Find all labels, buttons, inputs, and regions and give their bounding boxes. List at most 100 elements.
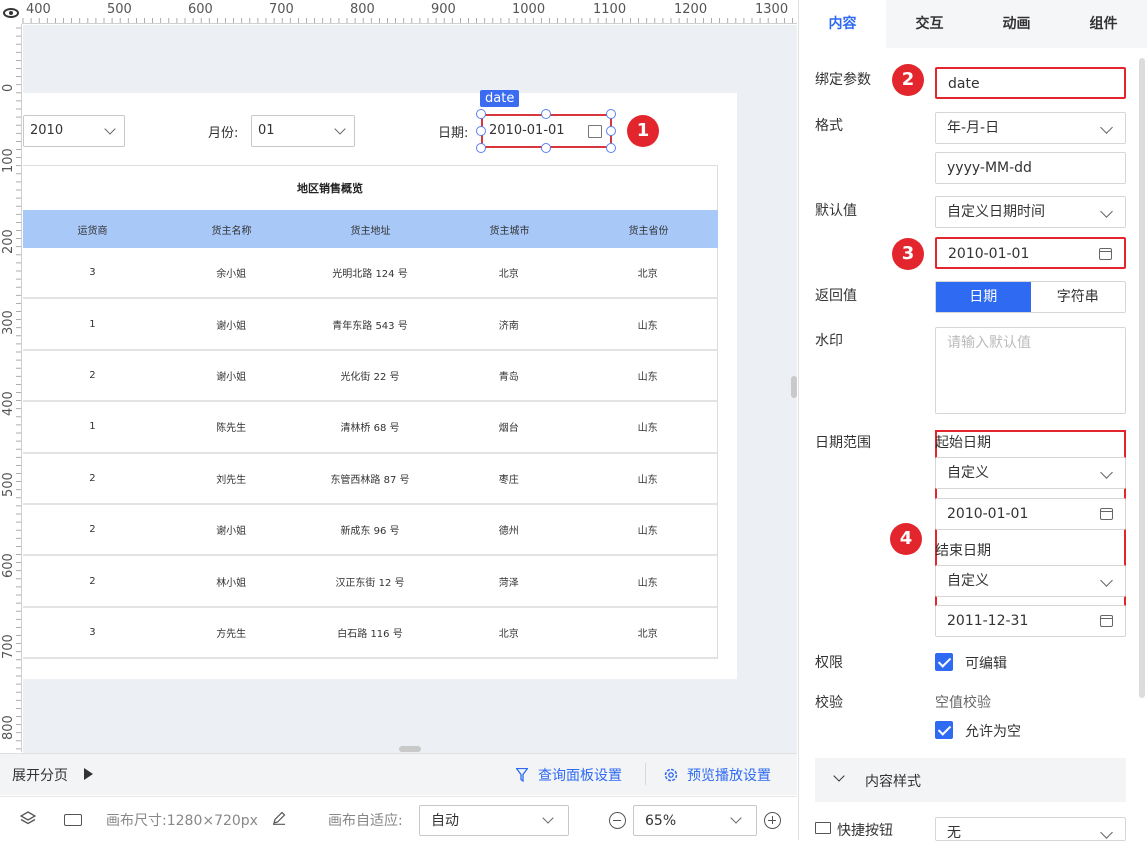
table-cell: 刘先生 — [216, 474, 247, 486]
resize-handle[interactable] — [606, 126, 616, 136]
table-cell: 北京 — [637, 269, 658, 281]
keyboard-icon[interactable] — [64, 814, 82, 826]
divider — [645, 763, 646, 785]
shortcut-select[interactable]: 无 — [935, 817, 1126, 841]
edit-pencil-icon[interactable] — [272, 811, 286, 829]
shortcut-value: 无 — [947, 825, 961, 841]
query-panel-settings-link[interactable]: 查询面板设置 — [538, 765, 622, 785]
gear-icon[interactable] — [663, 767, 679, 787]
editable-checkbox[interactable] — [935, 653, 953, 671]
play-triangle-icon[interactable] — [84, 768, 93, 780]
table-cell: 青年东路 543 号 — [332, 320, 408, 332]
end-type-select[interactable]: 自定义 — [935, 565, 1126, 597]
calendar-icon[interactable] — [588, 125, 602, 138]
resize-handle[interactable] — [476, 143, 486, 153]
table-cell: 德州 — [498, 526, 519, 538]
resize-handle[interactable] — [541, 109, 551, 119]
tab-content[interactable]: 内容 — [799, 0, 886, 48]
table-cell: 东管西林路 87 号 — [330, 474, 410, 486]
allow-null-label: 允许为空 — [965, 724, 1021, 740]
resize-handle[interactable] — [476, 126, 486, 136]
end-date-label: 结束日期 — [935, 543, 991, 559]
resize-handle[interactable] — [476, 109, 486, 119]
date-range-label: 日期范围 — [815, 435, 871, 451]
chevron-down-icon — [1100, 121, 1113, 134]
table-cell: 山东 — [637, 320, 658, 332]
resize-handle[interactable] — [606, 143, 616, 153]
allow-null-checkbox[interactable] — [935, 721, 953, 739]
table-cell: 青岛 — [498, 371, 519, 383]
layers-icon[interactable] — [19, 811, 37, 831]
format-select[interactable]: 年-月-日 — [935, 112, 1126, 144]
format-pattern-value: yyyy-MM-dd — [947, 160, 1032, 176]
calendar-icon[interactable] — [1100, 508, 1113, 520]
sales-table[interactable]: 地区销售概览 运货商 货主名称 货主地址 货主城市 货主省份 3 余小姐 光明北路 … — [23, 165, 718, 660]
zoom-in-icon[interactable] — [764, 812, 781, 829]
chevron-down-icon — [1100, 466, 1113, 479]
tab-interaction[interactable]: 交互 — [886, 0, 973, 48]
month-select[interactable]: 01 — [251, 115, 355, 147]
ruler-tick: 0 — [1, 83, 16, 92]
editable-label: 可编辑 — [965, 656, 1007, 672]
return-opt-date[interactable]: 日期 — [936, 282, 1031, 312]
zoom-out-icon[interactable] — [609, 812, 626, 829]
eye-icon[interactable] — [3, 8, 19, 18]
table-body: 3 余小姐 光明北路 124 号北京 北京 1 谢小姐 青年东路 543 号济南 山东 2 谢小姐… — [23, 248, 718, 660]
table-cell: 2 — [89, 472, 96, 484]
table-cell: 北京 — [498, 628, 519, 640]
year-value: 2010 — [30, 123, 64, 138]
expand-pages-label[interactable]: 展开分页 — [12, 765, 68, 785]
table-cell: 1 — [89, 421, 96, 433]
return-type-toggle[interactable]: 日期 字符串 — [935, 281, 1126, 313]
table-cell: 2 — [89, 575, 96, 587]
zoom-select[interactable]: 65% — [633, 805, 757, 836]
left-ruler: 0 100 200 300 400 500 600 700 800 — [0, 24, 22, 752]
default-type-select[interactable]: 自定义日期时间 — [935, 196, 1126, 228]
tab-animation[interactable]: 动画 — [973, 0, 1060, 48]
table-row: 2 林小姐 汉正东街 12 号 菏泽 山东 — [23, 556, 718, 608]
start-date-value: 2010-01-01 — [947, 506, 1029, 522]
shortcut-label: 快捷按钮 — [837, 823, 893, 839]
table-cell: 山东 — [637, 526, 658, 538]
format-pattern-input[interactable]: yyyy-MM-dd — [935, 152, 1126, 184]
end-date-input[interactable]: 2011-12-31 — [935, 605, 1126, 637]
table-cell: 光明北路 124 号 — [332, 269, 408, 281]
start-date-input[interactable]: 2010-01-01 — [935, 498, 1126, 530]
calendar-icon[interactable] — [1099, 248, 1112, 260]
column-header: 货主名称 — [211, 225, 252, 237]
ruler-corner[interactable] — [0, 0, 22, 24]
chevron-down-icon — [1100, 574, 1113, 587]
return-label: 返回值 — [815, 288, 857, 304]
end-type-value: 自定义 — [947, 573, 989, 589]
start-type-value: 自定义 — [947, 465, 989, 481]
validation-label: 校验 — [815, 695, 843, 711]
year-select[interactable]: 2010 — [23, 115, 125, 147]
panel-resize-grip[interactable] — [791, 376, 797, 398]
content-style-section[interactable]: 内容样式 — [815, 758, 1126, 802]
canvas-size-label: 画布尺寸:1280×720px — [106, 813, 258, 829]
preview-settings-link[interactable]: 预览播放设置 — [687, 765, 771, 785]
resize-handle[interactable] — [541, 143, 551, 153]
tab-component[interactable]: 组件 — [1060, 0, 1147, 48]
panel-tabs: 内容 交互 动画 组件 — [799, 0, 1147, 48]
start-type-select[interactable]: 自定义 — [935, 457, 1126, 489]
canvas-toolbar: 画布尺寸:1280×720px 画布自适应: 自动 65% — [0, 796, 797, 840]
return-opt-string[interactable]: 字符串 — [1031, 282, 1126, 312]
permission-label: 权限 — [815, 655, 843, 671]
end-date-value: 2011-12-31 — [947, 613, 1029, 629]
top-ruler: 400 500 600 700 800 900 1000 1100 1200 1… — [0, 0, 797, 24]
canvas-fit-select[interactable]: 自动 — [419, 805, 569, 836]
default-date-input[interactable]: 2010-01-01 — [935, 237, 1126, 269]
watermark-textarea[interactable]: 请输入默认值 — [935, 327, 1126, 414]
resize-handle[interactable] — [606, 109, 616, 119]
format-value: 年-月-日 — [947, 120, 1000, 136]
start-date-label: 起始日期 — [935, 435, 991, 451]
ruler-tick: 900 — [431, 2, 456, 17]
filter-icon[interactable] — [515, 767, 529, 783]
table-cell: 北京 — [637, 628, 658, 640]
bind-param-input[interactable]: date — [935, 67, 1126, 99]
canvas-resize-grip[interactable] — [399, 746, 421, 752]
calendar-icon[interactable] — [1100, 615, 1113, 627]
format-label: 格式 — [815, 118, 843, 134]
panel-scrollbar[interactable] — [1139, 58, 1145, 698]
